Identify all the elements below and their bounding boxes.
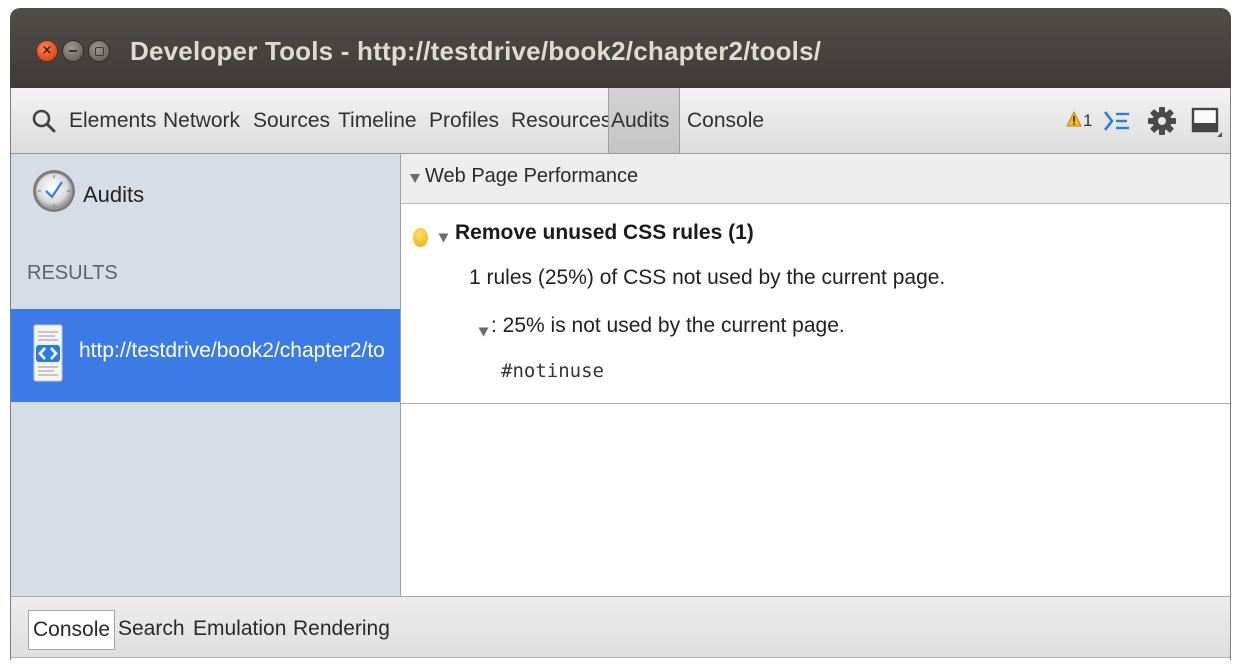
title-bar[interactable]: × Developer Tools - http://testdrive/boo… bbox=[10, 8, 1231, 88]
result-item-label: http://testdrive/book2/chapter2/to bbox=[79, 339, 385, 362]
audits-stopwatch-icon bbox=[33, 170, 75, 212]
devtools-window: × Developer Tools - http://testdrive/boo… bbox=[0, 0, 1239, 664]
tab-audits[interactable]: Audits bbox=[608, 88, 680, 153]
minimize-window-button[interactable] bbox=[62, 40, 84, 62]
panel-toolbar: Elements Network Sources Timeline Profil… bbox=[11, 88, 1230, 154]
expand-triangle-icon[interactable] bbox=[409, 172, 421, 184]
tab-network[interactable]: Network bbox=[161, 88, 242, 153]
tab-elements[interactable]: Elements bbox=[67, 88, 159, 153]
console-drawer-icon[interactable] bbox=[1103, 108, 1131, 134]
tab-profiles[interactable]: Profiles bbox=[427, 88, 501, 153]
search-icon[interactable] bbox=[31, 108, 57, 134]
window-border-left bbox=[10, 88, 11, 660]
window-border-right bbox=[1230, 88, 1231, 660]
audit-results-panel: Web Page Performance Remove unused CSS r… bbox=[401, 154, 1230, 596]
expand-triangle-icon[interactable] bbox=[438, 232, 449, 243]
warning-status-dot bbox=[413, 228, 428, 247]
audits-title: Audits bbox=[83, 182, 145, 207]
tab-timeline[interactable]: Timeline bbox=[336, 88, 419, 153]
drawer-tab-rendering[interactable]: Rendering bbox=[289, 610, 394, 650]
tab-sources[interactable]: Sources bbox=[251, 88, 332, 153]
rule-detail: : 25% is not used by the current page. bbox=[491, 314, 845, 337]
close-window-button[interactable]: × bbox=[36, 40, 58, 62]
minimize-icon bbox=[69, 50, 77, 52]
drawer-tabbar: Console Search Emulation Rendering bbox=[11, 596, 1230, 658]
window-title: Developer Tools - http://testdrive/book2… bbox=[130, 36, 822, 66]
drawer-tab-console[interactable]: Console bbox=[28, 610, 116, 650]
rule-description: 1 rules (25%) of CSS not used by the cur… bbox=[469, 266, 946, 289]
tab-resources[interactable]: Resources bbox=[509, 88, 613, 153]
document-code-icon bbox=[33, 324, 63, 382]
results-section-header: RESULTS bbox=[27, 262, 118, 284]
category-header[interactable]: Web Page Performance bbox=[401, 154, 1230, 204]
maximize-window-button[interactable] bbox=[88, 40, 110, 62]
category-title: Web Page Performance bbox=[425, 165, 639, 187]
drawer-tab-emulation[interactable]: Emulation bbox=[189, 610, 290, 650]
warning-count: 1 bbox=[1083, 111, 1093, 130]
audits-sidebar: Audits RESULTS http://testdrive/book2/ch… bbox=[11, 154, 401, 596]
expand-triangle-icon[interactable] bbox=[478, 326, 489, 337]
close-icon: × bbox=[41, 43, 53, 58]
drawer-tab-search[interactable]: Search bbox=[114, 610, 189, 650]
gear-icon[interactable] bbox=[1147, 106, 1177, 136]
rule-title[interactable]: Remove unused CSS rules (1) bbox=[455, 221, 754, 245]
maximize-icon bbox=[95, 47, 104, 56]
unused-selector: #notinuse bbox=[501, 360, 604, 382]
warning-icon bbox=[1066, 111, 1082, 127]
dock-icon[interactable] bbox=[1191, 106, 1223, 138]
divider bbox=[401, 403, 1230, 404]
sidebar-item-audit-result[interactable]: http://testdrive/book2/chapter2/to bbox=[11, 309, 400, 402]
tab-console[interactable]: Console bbox=[685, 88, 766, 153]
